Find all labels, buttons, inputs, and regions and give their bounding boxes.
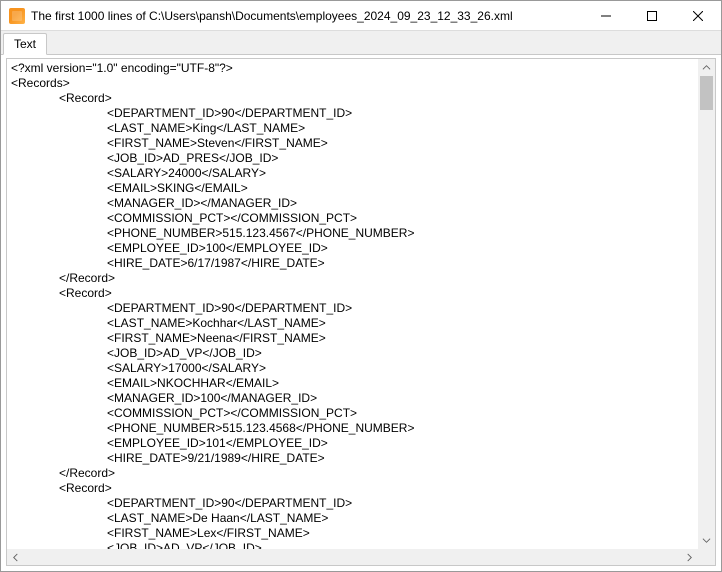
- minimize-button[interactable]: [583, 1, 629, 31]
- tabstrip: Text: [1, 31, 721, 55]
- scroll-left-arrow-icon[interactable]: [7, 549, 24, 565]
- xml-content[interactable]: <?xml version="1.0" encoding="UTF-8"?><R…: [7, 59, 715, 549]
- app-icon: [9, 8, 25, 24]
- scroll-up-arrow-icon[interactable]: [698, 59, 715, 76]
- tab-text[interactable]: Text: [3, 33, 47, 55]
- window-title: The first 1000 lines of C:\Users\pansh\D…: [31, 9, 583, 23]
- text-viewer: <?xml version="1.0" encoding="UTF-8"?><R…: [6, 58, 716, 566]
- scroll-down-arrow-icon[interactable]: [698, 532, 715, 549]
- scrollbar-track[interactable]: [698, 76, 715, 532]
- vertical-scrollbar[interactable]: [698, 59, 715, 549]
- close-button[interactable]: [675, 1, 721, 31]
- scroll-right-arrow-icon[interactable]: [681, 549, 698, 565]
- scrollbar-corner: [698, 549, 715, 565]
- horizontal-scrollbar[interactable]: [7, 549, 698, 565]
- titlebar[interactable]: The first 1000 lines of C:\Users\pansh\D…: [1, 1, 721, 31]
- maximize-button[interactable]: [629, 1, 675, 31]
- scrollbar-thumb[interactable]: [700, 76, 713, 110]
